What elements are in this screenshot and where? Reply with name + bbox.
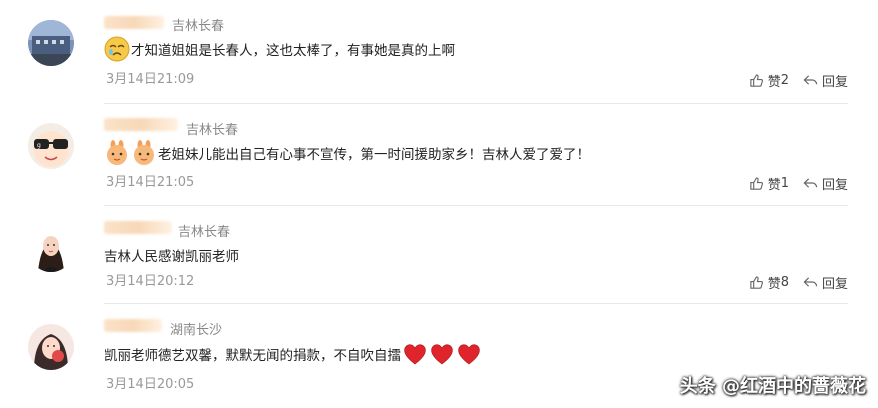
- thumbs-up-icon: [750, 177, 763, 190]
- reply-label: 回复: [821, 75, 848, 90]
- reply-arrow-icon: [803, 277, 818, 287]
- reply-arrow-icon: [803, 178, 818, 188]
- watermark: 头条 @红酒中的蔷薇花: [679, 376, 866, 397]
- comment-item: 吉林长春 吉林人民感谢凯丽老师 3月14日20:12 赞8 回复: [0, 206, 878, 309]
- user-location: 吉林长春: [186, 123, 239, 138]
- comment-text: 老姐妹儿能出自己有心事不宣传，第一时间援助家乡！吉林人爱了爱了！: [104, 140, 590, 166]
- reply-button[interactable]: 回复: [803, 174, 848, 193]
- comment-list: 吉林长春 才知道姐姐是长春人，这也太棒了，有事她是真的上啊 3月14日21:09…: [0, 0, 878, 408]
- comment-date: 3月14日21:09: [106, 72, 195, 87]
- user-location: 吉林长春: [178, 225, 231, 240]
- comment-date: 3月14日20:12: [106, 274, 195, 289]
- comment-text: 凯丽老师德艺双馨，默默无闻的捐款，不自吹自擂: [104, 342, 482, 366]
- comment-date: 3月14日20:05: [106, 377, 195, 392]
- username-blurred[interactable]: [104, 118, 178, 131]
- like-button[interactable]: 赞1: [749, 174, 789, 193]
- comment-item: g 吉林长春 老姐妹儿能出自己有心事不宣传，第一时间援助家乡！吉林人爱了爱了！: [0, 104, 878, 207]
- like-count: 1: [780, 176, 789, 191]
- svg-text:g: g: [37, 142, 41, 149]
- like-label: 赞: [767, 178, 781, 193]
- like-label: 赞: [767, 277, 781, 292]
- username-blurred[interactable]: [104, 319, 162, 332]
- thumbs-up-icon: [750, 276, 763, 289]
- username-blurred[interactable]: [104, 16, 164, 29]
- red-heart-icon: [431, 344, 453, 365]
- reply-button[interactable]: 回复: [803, 71, 848, 90]
- like-count: 2: [780, 73, 789, 88]
- like-button[interactable]: 赞8: [749, 273, 789, 292]
- comment-text: 才知道姐姐是长春人，这也太棒了，有事她是真的上啊: [104, 36, 455, 62]
- comment-body: 老姐妹儿能出自己有心事不宣传，第一时间援助家乡！吉林人爱了爱了！: [158, 147, 590, 163]
- comment-date: 3月14日21:05: [106, 175, 195, 190]
- red-heart-icon: [458, 344, 480, 365]
- reply-button[interactable]: 回复: [803, 273, 848, 292]
- avatar[interactable]: [28, 20, 74, 66]
- reply-arrow-icon: [803, 75, 818, 85]
- reply-label: 回复: [821, 178, 848, 193]
- avatar[interactable]: [28, 324, 74, 370]
- red-heart-icon: [404, 344, 426, 365]
- comment-actions: 赞8 回复: [735, 273, 848, 292]
- reply-label: 回复: [821, 277, 848, 292]
- comment-body: 凯丽老师德艺双馨，默默无闻的捐款，不自吹自擂: [104, 348, 401, 364]
- comment-text: 吉林人民感谢凯丽老师: [104, 245, 239, 265]
- crying-face-icon: [104, 36, 130, 62]
- like-count: 8: [780, 275, 789, 290]
- like-label: 赞: [767, 75, 781, 90]
- comment-actions: 赞1 回复: [735, 174, 848, 193]
- comment-actions: 赞2 回复: [735, 71, 848, 90]
- like-button[interactable]: 赞2: [749, 71, 789, 90]
- user-location: 吉林长春: [172, 19, 225, 34]
- thumbs-up-icon: [750, 74, 763, 87]
- user-location: 湖南长沙: [170, 323, 223, 338]
- comment-body: 才知道姐姐是长春人，这也太棒了，有事她是真的上啊: [131, 43, 455, 59]
- clapping-rabbit-icon: [134, 140, 154, 165]
- username-blurred[interactable]: [104, 221, 172, 234]
- comment-body: 吉林人民感谢凯丽老师: [104, 249, 239, 265]
- comment-item: 吉林长春 才知道姐姐是长春人，这也太棒了，有事她是真的上啊 3月14日21:09…: [0, 0, 878, 103]
- avatar[interactable]: [28, 226, 74, 272]
- clapping-rabbit-icon: [107, 140, 127, 165]
- avatar[interactable]: g: [28, 123, 74, 169]
